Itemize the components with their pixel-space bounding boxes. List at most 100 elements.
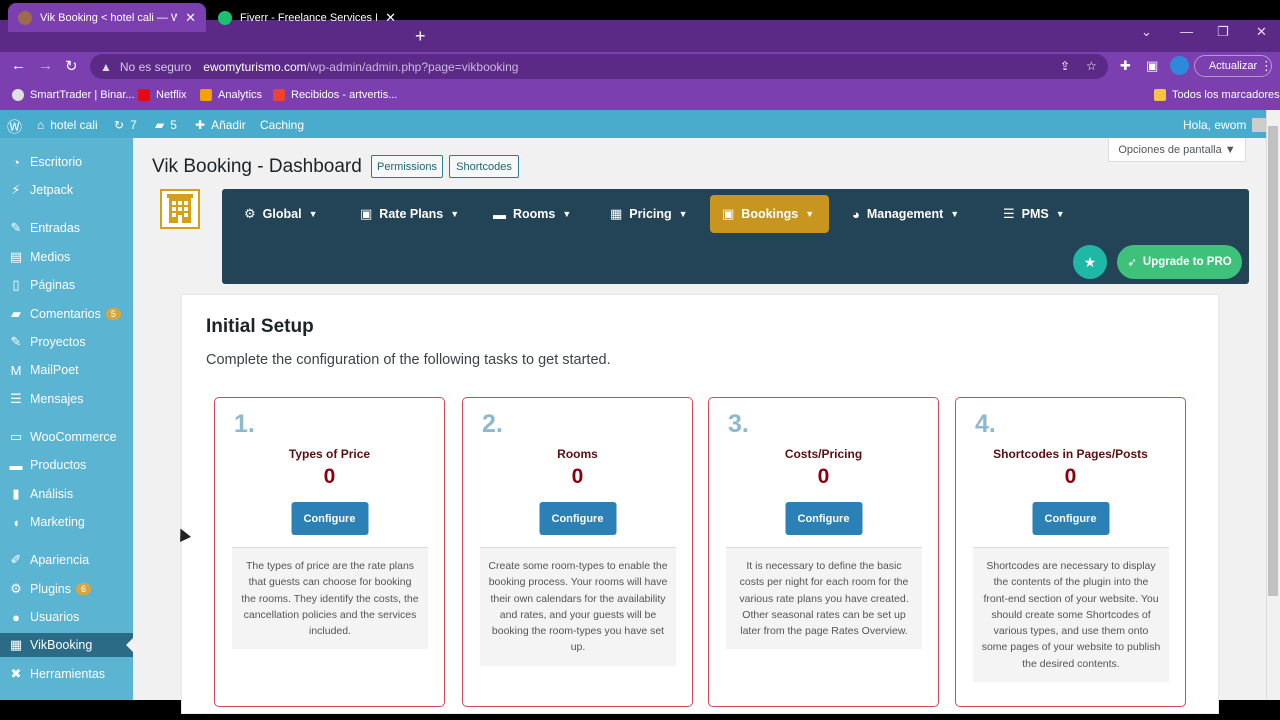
sidebar-item-medios[interactable]: ▤ Medios bbox=[0, 245, 133, 269]
sidebar-item-woocommerce[interactable]: ▭ WooCommerce bbox=[0, 425, 133, 449]
card-description: The types of price are the rate plans th… bbox=[232, 547, 428, 650]
menu-global[interactable]: ⚙ Global ▼ bbox=[232, 195, 329, 233]
bookmark-recibidos[interactable]: Recibidos - artvertis... bbox=[273, 89, 397, 101]
all-bookmarks[interactable]: Todos los marcadores bbox=[1154, 89, 1280, 101]
menu-pricing[interactable]: ▦ Pricing ▼ bbox=[598, 195, 700, 233]
sidebar-item-paginas[interactable]: ▯ Páginas bbox=[0, 273, 133, 297]
add-new-item[interactable]: ✚ Añadir bbox=[195, 118, 246, 132]
share-icon[interactable]: ⇪ bbox=[1060, 59, 1070, 73]
menu-bookings[interactable]: ▣ Bookings ▼ bbox=[710, 195, 829, 233]
sidebar-item-mailpoet[interactable]: M MailPoet bbox=[0, 358, 133, 382]
back-icon[interactable]: ← bbox=[11, 57, 26, 74]
step-number: 4. bbox=[975, 410, 996, 438]
minimize-icon[interactable]: — bbox=[1180, 24, 1193, 39]
side-panel-icon[interactable]: ▣ bbox=[1146, 58, 1158, 74]
step-number: 1. bbox=[234, 410, 255, 438]
bookmark-analytics[interactable]: Analytics bbox=[200, 89, 262, 101]
extensions-icon[interactable]: ✚ bbox=[1120, 58, 1131, 74]
configure-button[interactable]: Configure bbox=[539, 502, 616, 535]
chevron-down-icon: ▼ bbox=[950, 209, 960, 219]
sidebar-item-herramientas[interactable]: ✖ Herramientas bbox=[0, 662, 133, 686]
caching-item[interactable]: Caching bbox=[260, 118, 304, 132]
comment-icon: ▰ bbox=[155, 118, 165, 132]
page-icon: ▯ bbox=[12, 277, 20, 292]
wordpress-logo-icon[interactable]: Ⓦ bbox=[7, 116, 22, 137]
mailpoet-icon: M bbox=[10, 362, 22, 378]
bookmark-netflix[interactable]: Netflix bbox=[138, 89, 187, 101]
sidebar-item-mensajes[interactable]: ☰ Mensajes bbox=[0, 387, 133, 411]
menu-rate-plans[interactable]: ▣ Rate Plans ▼ bbox=[348, 195, 471, 233]
list-icon: ☰ bbox=[1003, 206, 1015, 221]
close-icon[interactable]: ✕ bbox=[385, 10, 396, 26]
shortcodes-button[interactable]: Shortcodes bbox=[449, 155, 519, 178]
configure-button[interactable]: Configure bbox=[291, 502, 368, 535]
sidebar-item-vikbooking[interactable]: ▦ VikBooking bbox=[0, 633, 133, 657]
sidebar-item-usuarios[interactable]: ● Usuarios bbox=[0, 605, 133, 629]
tab-search-icon[interactable]: ⌄ bbox=[1141, 24, 1152, 40]
sidebar-item-comentarios[interactable]: ▰ Comentarios 5 bbox=[0, 302, 133, 326]
comments-item[interactable]: ▰ 5 bbox=[155, 118, 177, 132]
tab-vikbooking[interactable]: Vik Booking < hotel cali — Word ✕ bbox=[8, 3, 206, 32]
bookmark-smarttrader[interactable]: SmartTrader | Binar... bbox=[12, 89, 135, 101]
permissions-button[interactable]: Permissions bbox=[371, 155, 443, 178]
close-icon[interactable]: ✕ bbox=[185, 10, 196, 26]
netflix-icon bbox=[138, 89, 150, 101]
card-count: 0 bbox=[1064, 465, 1077, 488]
chevron-down-icon: ▼ bbox=[562, 209, 572, 219]
scrollbar-thumb[interactable] bbox=[1268, 126, 1278, 596]
profile-avatar[interactable] bbox=[1170, 56, 1189, 75]
card-title: Costs/Pricing bbox=[784, 447, 863, 461]
gears-icon: ⚙ bbox=[244, 206, 256, 221]
maximize-icon[interactable]: ❐ bbox=[1217, 24, 1229, 40]
sidebar-item-proyectos[interactable]: ✎ Proyectos bbox=[0, 330, 133, 354]
sidebar-item-marketing[interactable]: ◖ Marketing bbox=[0, 510, 133, 534]
folder-icon bbox=[1154, 89, 1166, 101]
security-warning[interactable]: No es seguro bbox=[120, 60, 191, 74]
step-number: 2. bbox=[482, 410, 503, 438]
tab-fiverr[interactable]: Fiverr - Freelance Services Marke ✕ bbox=[208, 3, 406, 32]
forward-icon[interactable]: → bbox=[38, 57, 53, 74]
sidebar-item-jetpack[interactable]: ⚡ Jetpack bbox=[0, 178, 133, 202]
configure-button[interactable]: Configure bbox=[785, 502, 862, 535]
card-title: Rooms bbox=[557, 447, 598, 461]
bookmark-star-icon[interactable]: ☆ bbox=[1086, 59, 1097, 73]
brush-icon: ✐ bbox=[10, 552, 22, 567]
plus-icon: ✚ bbox=[195, 118, 206, 132]
site-name[interactable]: ⌂ hotel cali bbox=[37, 118, 98, 132]
favorite-star-button[interactable]: ★ bbox=[1073, 245, 1107, 279]
reload-icon[interactable]: ↻ bbox=[65, 57, 78, 75]
wordpress-favicon-icon bbox=[18, 10, 32, 25]
configure-button[interactable]: Configure bbox=[1032, 502, 1109, 535]
user-avatar bbox=[1252, 118, 1267, 132]
sidebar-item-escritorio[interactable]: ◔ Escritorio bbox=[0, 150, 133, 174]
card-count: 0 bbox=[817, 465, 830, 488]
media-icon: ▤ bbox=[9, 249, 23, 264]
sidebar-item-plugins[interactable]: ⚙ Plugins 6 bbox=[0, 577, 133, 601]
plugins-badge: 6 bbox=[76, 583, 92, 595]
more-icon[interactable]: ⋮ bbox=[1260, 58, 1273, 74]
setup-card-costs-pricing: 3. Costs/Pricing 0 Configure It is neces… bbox=[708, 397, 939, 707]
url-host: ewomyturismo.com bbox=[203, 59, 307, 74]
window-close-icon[interactable]: ✕ bbox=[1256, 24, 1267, 40]
sidebar-item-entradas[interactable]: ✎ Entradas bbox=[0, 216, 133, 240]
menu-pms[interactable]: ☰ PMS ▼ bbox=[991, 195, 1077, 233]
hotel-icon: ▦ bbox=[9, 637, 23, 652]
user-greeting[interactable]: Hola, ewom bbox=[1183, 118, 1267, 132]
card-count: 0 bbox=[571, 465, 584, 488]
address-bar[interactable]: ▲ No es seguro ewomyturismo.com/wp-admin… bbox=[90, 54, 1108, 79]
updates-item[interactable]: ↻ 7 bbox=[114, 118, 137, 132]
page-title: Vik Booking - Dashboard bbox=[152, 156, 362, 177]
setup-card-rooms: 2. Rooms 0 Configure Create some room-ty… bbox=[462, 397, 693, 707]
menu-management[interactable]: ◕ Management ▼ bbox=[840, 195, 971, 233]
new-tab-button[interactable]: + bbox=[415, 26, 426, 47]
sidebar-item-analisis[interactable]: ▮ Análisis bbox=[0, 482, 133, 506]
sidebar-item-apariencia[interactable]: ✐ Apariencia bbox=[0, 548, 133, 572]
menu-rooms[interactable]: ▬ Rooms ▼ bbox=[481, 195, 583, 233]
bed-icon: ▬ bbox=[493, 206, 506, 222]
sidebar-item-productos[interactable]: ▬ Productos bbox=[0, 453, 133, 477]
url-path: /wp-admin/admin.php?page=vikbooking bbox=[306, 59, 519, 74]
upgrade-pro-button[interactable]: ➶ Upgrade to PRO bbox=[1117, 245, 1242, 279]
screen-options-button[interactable]: Opciones de pantalla ▼ bbox=[1108, 138, 1246, 162]
dashboard-icon: ◔ bbox=[12, 154, 20, 170]
wrench-icon: ✖ bbox=[10, 666, 22, 681]
